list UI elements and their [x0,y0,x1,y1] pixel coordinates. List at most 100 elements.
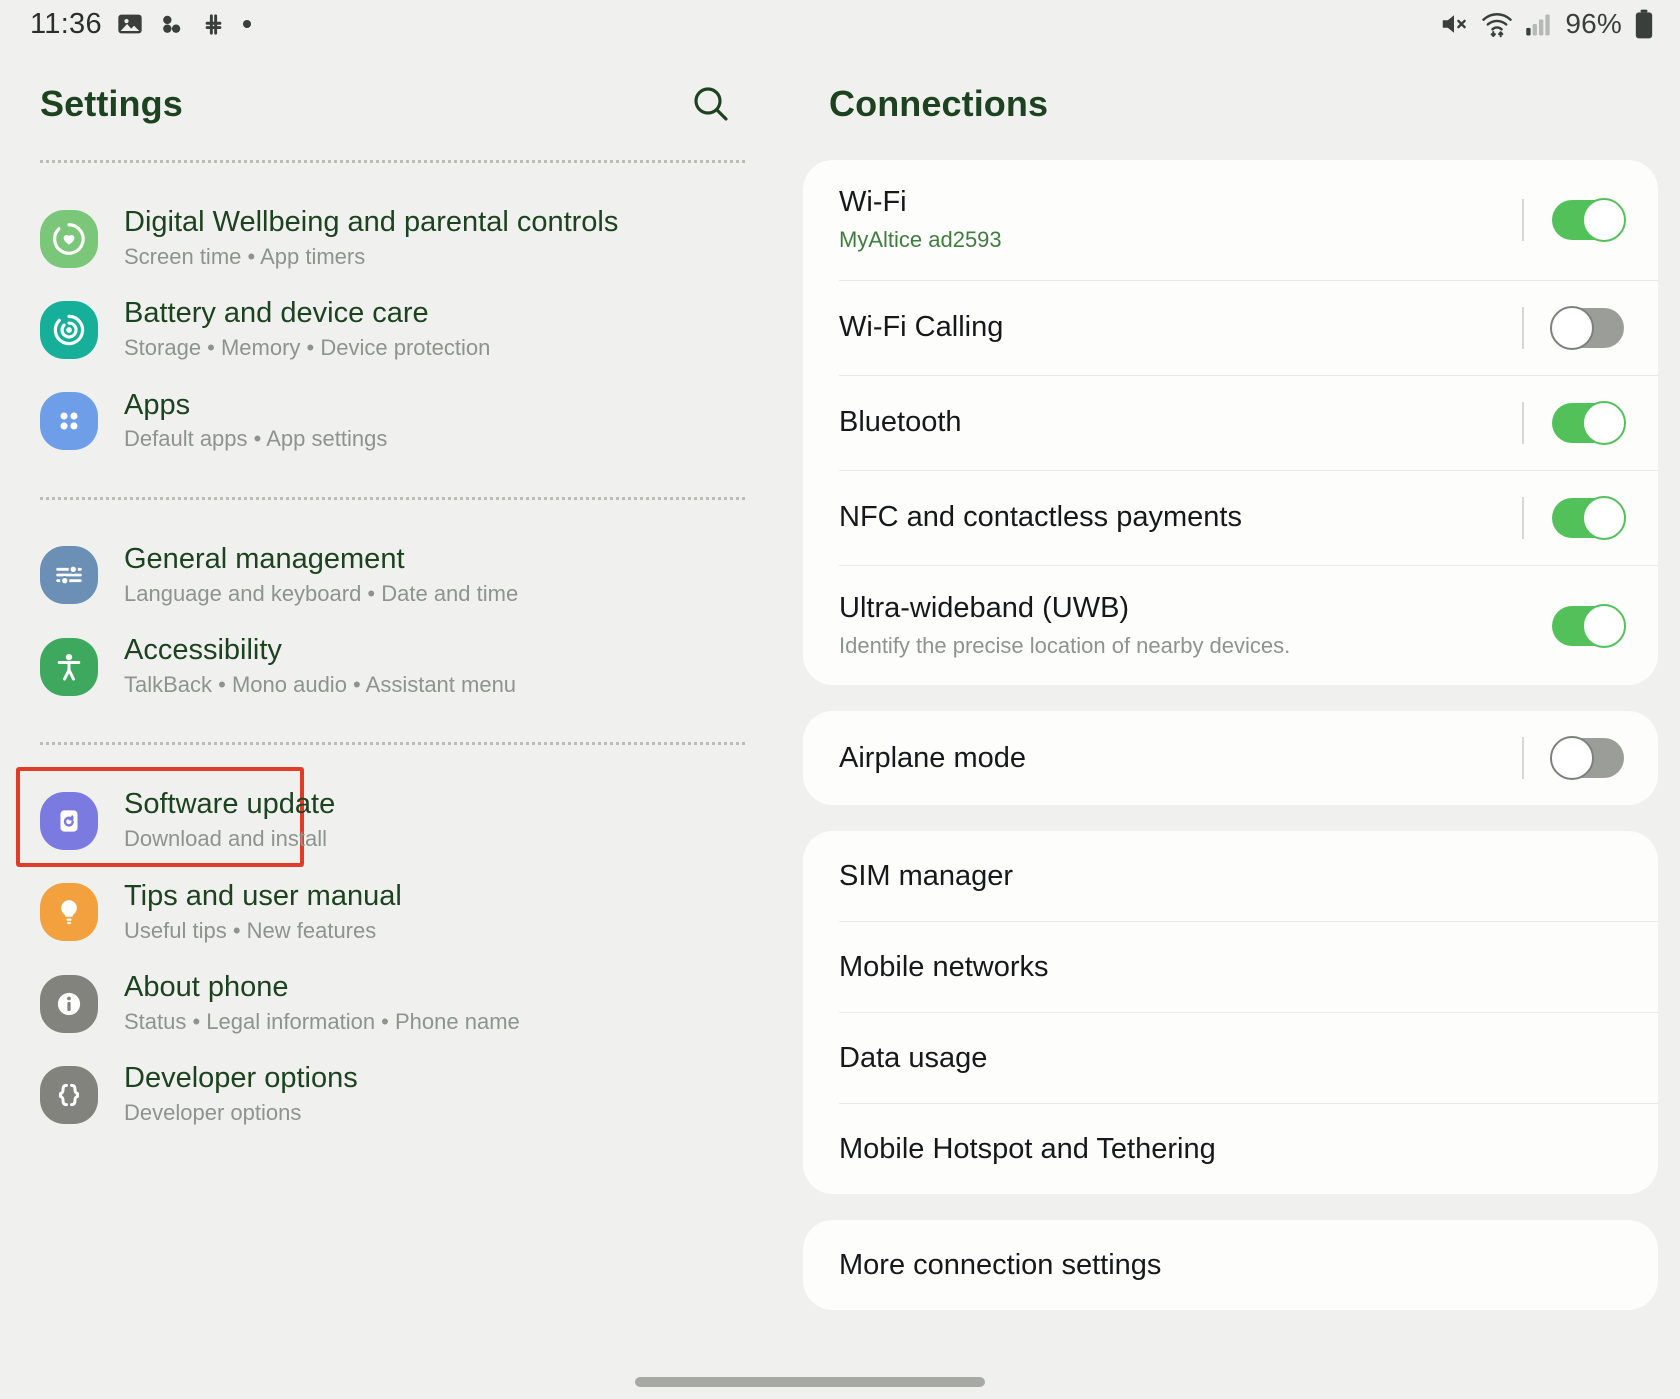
sidebar-item-text: About phone Status • Legal information •… [124,972,520,1035]
sidebar-item-apps[interactable]: Apps Default apps • App settings [0,376,785,467]
row-title: More connection settings [839,1249,1161,1282]
connection-row-mobile-networks[interactable]: Mobile networks [803,922,1658,1012]
home-indicator-area [0,1365,1680,1399]
slack-icon [200,11,227,38]
connection-row-uwb[interactable]: Ultra-wideband (UWB) Identify the precis… [803,566,1658,686]
sidebar-item-title: Software update [124,789,335,821]
sidebar-item-text: Apps Default apps • App settings [124,390,387,453]
wifi-toggle[interactable] [1552,200,1624,240]
toggle-knob [1582,496,1626,540]
toggle-knob [1582,198,1626,242]
row-text: Bluetooth [839,406,962,439]
settings-list: Digital Wellbeing and parental controls … [0,163,785,1171]
sidebar-item-title: Digital Wellbeing and parental controls [124,207,618,239]
sidebar-item-text: Battery and device care Storage • Memory… [124,298,490,361]
row-text: Wi-Fi MyAltice ad2593 [839,186,1002,254]
row-title: Bluetooth [839,406,962,439]
wifi-calling-toggle[interactable] [1552,308,1624,348]
connections-card: Airplane mode [803,711,1658,805]
signal-bars-icon [1525,11,1553,37]
bluetooth-toggle[interactable] [1552,403,1624,443]
row-title: Airplane mode [839,742,1026,775]
toggle-area [1522,199,1624,241]
sidebar-item-text: Tips and user manual Useful tips • New f… [124,881,402,944]
sidebar-item-developer-options[interactable]: Developer options Developer options [0,1049,785,1140]
connection-row-airplane-mode[interactable]: Airplane mode [803,711,1658,805]
connection-row-sim-manager[interactable]: SIM manager [803,831,1658,921]
sidebar-item-general-management[interactable]: General management Language and keyboard… [0,530,785,621]
toggle-separator [1522,737,1524,779]
row-title: Wi-Fi [839,186,1002,219]
toggle-area [1522,402,1624,444]
connection-row-wifi-calling[interactable]: Wi-Fi Calling [803,281,1658,375]
row-title: NFC and contactless payments [839,501,1242,534]
sidebar-item-subtitle: Language and keyboard • Date and time [124,581,518,607]
settings-group: General management Language and keyboard… [0,500,785,743]
toggle-knob [1582,604,1626,648]
connection-row-data-usage[interactable]: Data usage [803,1013,1658,1103]
sidebar-item-accessibility[interactable]: Accessibility TalkBack • Mono audio • As… [0,621,785,712]
row-title: Data usage [839,1042,987,1075]
row-text: Ultra-wideband (UWB) Identify the precis… [839,592,1290,660]
battery-device-care-icon [40,301,98,359]
sidebar-item-software-update[interactable]: Software update Download and install [0,775,785,866]
sidebar-item-title: Tips and user manual [124,881,402,913]
sidebar-item-subtitle: Status • Legal information • Phone name [124,1009,520,1035]
sidebar-item-about-phone[interactable]: About phone Status • Legal information •… [0,958,785,1049]
sidebar-item-text: General management Language and keyboard… [124,544,518,607]
sidebar-item-battery-device-care[interactable]: Battery and device care Storage • Memory… [0,284,785,375]
toggle-separator [1522,307,1524,349]
sidebar-item-digital-wellbeing[interactable]: Digital Wellbeing and parental controls … [0,193,785,284]
search-icon[interactable] [685,78,737,130]
connections-cards: Wi-Fi MyAltice ad2593 Wi-Fi Calling [803,160,1658,1310]
status-bar-left: 11:36 [30,8,253,41]
status-time: 11:36 [30,8,102,41]
connection-row-more-settings[interactable]: More connection settings [803,1220,1658,1310]
uwb-toggle[interactable] [1552,606,1624,646]
sidebar-item-title: Battery and device care [124,298,490,330]
airplane-mode-toggle[interactable] [1552,738,1624,778]
row-text: Data usage [839,1042,987,1075]
row-title: Mobile Hotspot and Tethering [839,1133,1216,1166]
developer-options-icon [40,1066,98,1124]
connection-row-nfc[interactable]: NFC and contactless payments [803,471,1658,565]
row-text: Wi-Fi Calling [839,311,1003,344]
status-bar-right: 96% [1439,8,1654,40]
toggle-area [1522,307,1624,349]
connections-card: More connection settings [803,1220,1658,1310]
toggle-knob [1550,306,1594,350]
page-title: Settings [40,83,183,125]
toggle-separator [1522,497,1524,539]
sidebar-item-title: Apps [124,390,387,422]
row-text: Airplane mode [839,742,1026,775]
connections-card: Wi-Fi MyAltice ad2593 Wi-Fi Calling [803,160,1658,685]
sidebar-item-text: Digital Wellbeing and parental controls … [124,207,618,270]
connections-panel: Connections Wi-Fi MyAltice ad2593 [785,48,1680,1365]
connections-title: Connections [829,83,1048,125]
nfc-toggle[interactable] [1552,498,1624,538]
toggle-separator [1522,402,1524,444]
sidebar-item-tips-and-user-manual[interactable]: Tips and user manual Useful tips • New f… [0,867,785,958]
toggle-area [1522,497,1624,539]
home-gesture-bar[interactable] [635,1377,985,1387]
row-subtitle: Identify the precise location of nearby … [839,633,1290,659]
sidebar-item-text: Developer options Developer options [124,1063,358,1126]
connection-row-wifi[interactable]: Wi-Fi MyAltice ad2593 [803,160,1658,280]
sidebar-item-subtitle: Storage • Memory • Device protection [124,335,490,361]
battery-icon [1634,9,1654,39]
sidebar-item-title: Developer options [124,1063,358,1095]
connection-row-mobile-hotspot[interactable]: Mobile Hotspot and Tethering [803,1104,1658,1194]
settings-screen: 11:36 [0,0,1680,1399]
connections-header: Connections [803,48,1658,160]
digital-wellbeing-icon [40,210,98,268]
connection-row-bluetooth[interactable]: Bluetooth [803,376,1658,470]
row-title: Wi-Fi Calling [839,311,1003,344]
toggle-area [1522,737,1624,779]
sidebar-item-subtitle: Default apps • App settings [124,426,387,452]
settings-header: Settings [0,48,785,160]
connections-card: SIM manager Mobile networks Data usage [803,831,1658,1194]
toggle-knob [1582,401,1626,445]
software-update-icon [40,792,98,850]
sidebar-item-subtitle: TalkBack • Mono audio • Assistant menu [124,672,516,698]
row-title: Ultra-wideband (UWB) [839,592,1290,625]
